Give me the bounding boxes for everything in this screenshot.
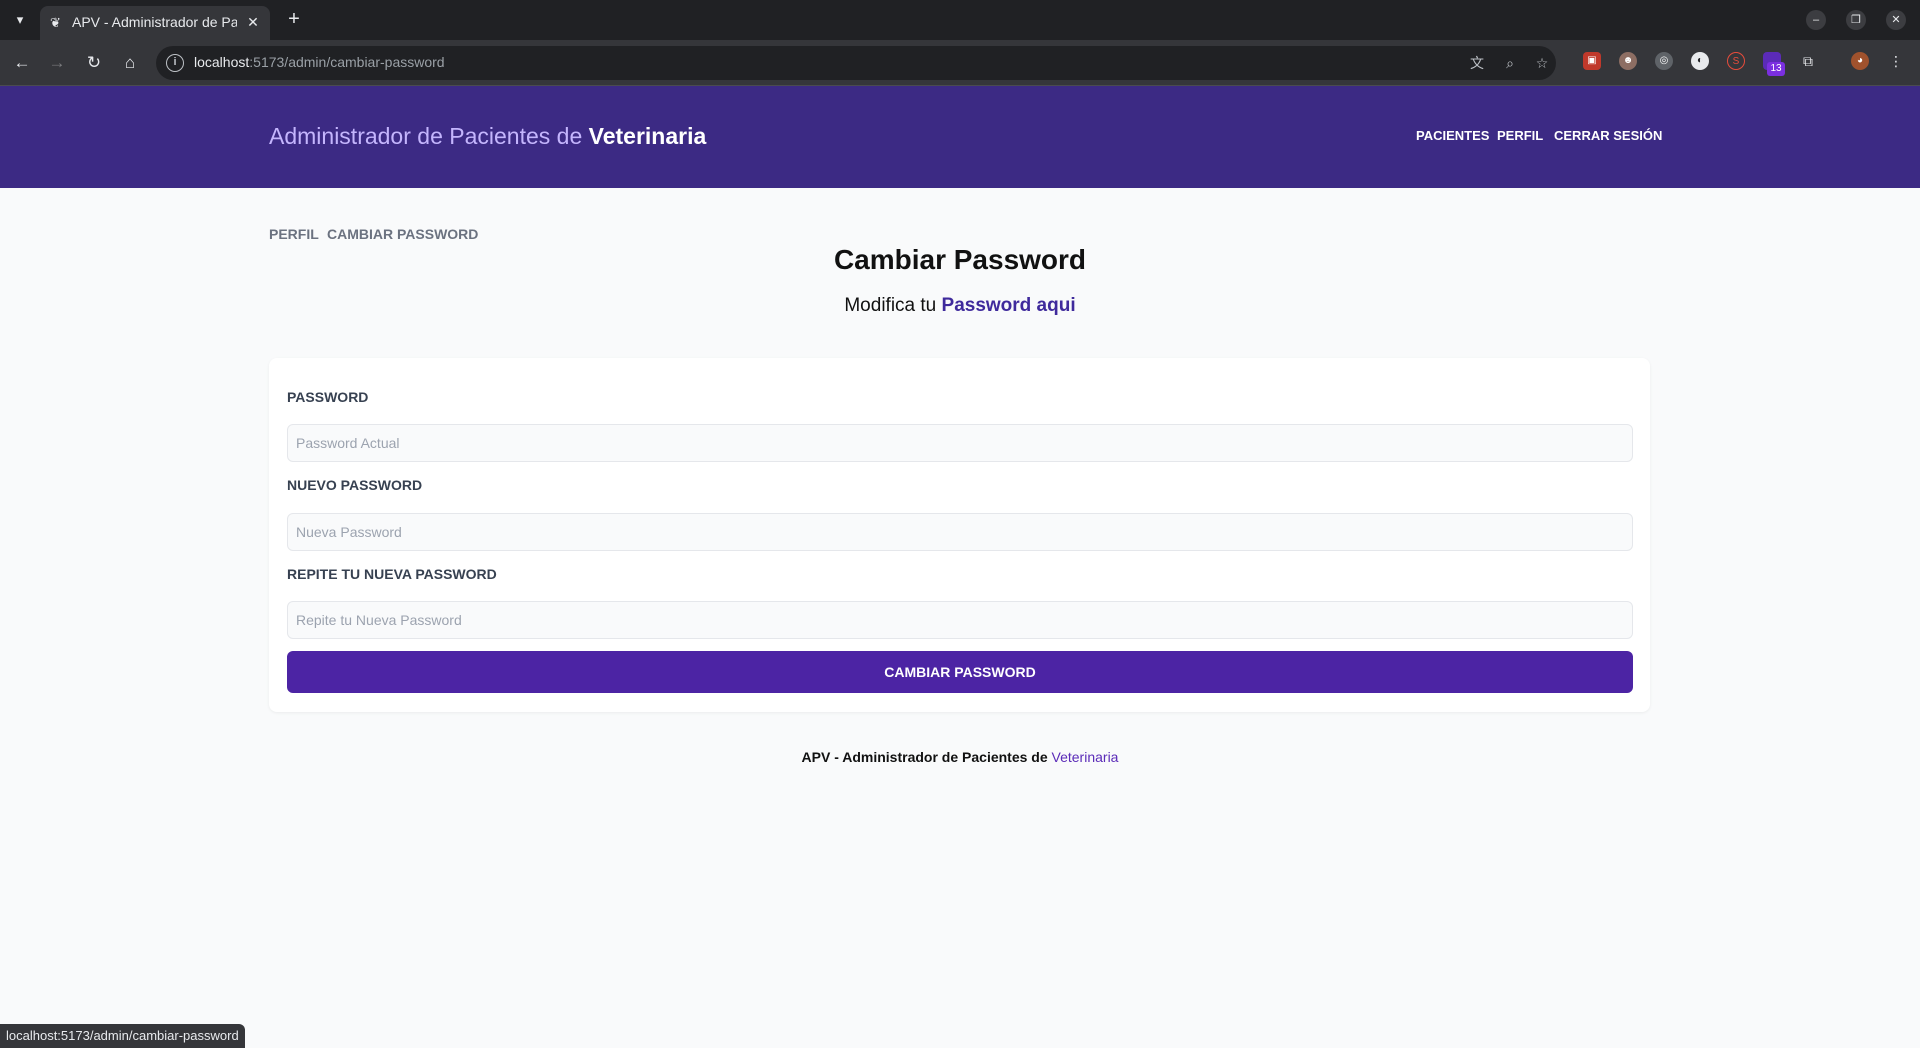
close-window-icon[interactable]: ✕ bbox=[1886, 10, 1906, 30]
tab-list-chevron-icon[interactable]: ▾ bbox=[8, 8, 32, 32]
repeat-password-input[interactable] bbox=[287, 601, 1633, 639]
extension-face-icon[interactable]: ☻ bbox=[1619, 52, 1637, 70]
nav-link-pacientes[interactable]: Pacientes bbox=[1416, 128, 1489, 143]
page-title: Cambiar Password bbox=[833, 244, 1087, 275]
subtitle-prefix: Modifica tu bbox=[844, 295, 937, 316]
browser-menu-kebab-icon[interactable]: ⋮ bbox=[1887, 52, 1905, 70]
app-header: Administrador de Pacientes de Veterinari… bbox=[0, 86, 1920, 188]
extension-red-icon[interactable]: ▣ bbox=[1583, 52, 1601, 70]
subtitle-highlight: Password aqui bbox=[941, 295, 1076, 316]
restore-window-icon[interactable]: ❐ bbox=[1846, 10, 1866, 30]
extensions-puzzle-icon[interactable]: ⧉ bbox=[1799, 52, 1817, 70]
address-url[interactable]: localhost:5173/admin/cambiar-password bbox=[194, 54, 445, 70]
brand-prefix: Administrador de Pacientes de bbox=[269, 123, 583, 149]
change-password-form: Password Nuevo Password Repite tu Nueva … bbox=[269, 358, 1650, 712]
zoom-icon[interactable]: ⌕ bbox=[1501, 54, 1519, 72]
page-subtitle: Modifica tu Password aqui bbox=[0, 295, 1920, 317]
extension-moon-icon[interactable]: ◐ bbox=[1691, 52, 1709, 70]
site-info-icon[interactable]: i bbox=[166, 54, 184, 72]
back-arrow-icon[interactable]: ← bbox=[10, 51, 34, 75]
browser-status-bar: localhost:5173/admin/cambiar-password bbox=[0, 1024, 245, 1048]
browser-tab[interactable]: ❦ APV - Administrador de Pacientes de Ve… bbox=[40, 6, 270, 40]
new-tab-plus-icon[interactable]: + bbox=[282, 8, 306, 32]
brand-bold: Veterinaria bbox=[588, 123, 707, 149]
url-path: :5173/admin/cambiar-password bbox=[249, 54, 445, 70]
current-password-label: Password bbox=[287, 389, 369, 405]
home-icon[interactable]: ⌂ bbox=[118, 51, 142, 75]
sidebar-link-cambiar-password[interactable]: Cambiar Password bbox=[327, 226, 478, 242]
nav-link-perfil[interactable]: Perfil bbox=[1497, 128, 1543, 143]
brand-title: Administrador de Pacientes de Veterinari… bbox=[269, 123, 706, 150]
footer-text: APV - Administrador de Pacientes de Vete… bbox=[0, 749, 1920, 765]
new-password-input[interactable] bbox=[287, 513, 1633, 551]
address-bar[interactable]: i localhost:5173/admin/cambiar-password … bbox=[156, 46, 1556, 80]
extension-s-icon[interactable]: S bbox=[1727, 52, 1745, 70]
repeat-password-label: Repite tu Nueva Password bbox=[287, 566, 497, 582]
sidebar-link-perfil[interactable]: Perfil bbox=[269, 226, 319, 242]
new-password-label: Nuevo Password bbox=[287, 477, 423, 493]
current-password-input[interactable] bbox=[287, 424, 1633, 462]
extension-target-icon[interactable]: ◎ bbox=[1655, 52, 1673, 70]
footer-highlight: Veterinaria bbox=[1051, 749, 1119, 765]
url-host: localhost bbox=[194, 54, 250, 70]
nav-link-cerrar-sesion[interactable]: Cerrar Sesión bbox=[1554, 128, 1662, 143]
change-password-button[interactable]: Cambiar Password bbox=[287, 651, 1633, 693]
forward-arrow-icon[interactable]: → bbox=[45, 51, 69, 75]
extension-badge: 13 bbox=[1767, 62, 1785, 76]
profile-avatar[interactable]: ◕ bbox=[1851, 52, 1869, 70]
footer-prefix: APV - Administrador de Pacientes de bbox=[801, 749, 1048, 765]
paw-favicon-icon: ❦ bbox=[50, 15, 61, 30]
minimize-window-icon[interactable]: – bbox=[1806, 10, 1826, 30]
translate-icon[interactable]: 文 bbox=[1468, 54, 1486, 72]
bookmark-star-icon[interactable]: ☆ bbox=[1533, 54, 1551, 72]
browser-tab-bar: ▾ ❦ APV - Administrador de Pacientes de … bbox=[0, 0, 1920, 40]
tab-close-icon[interactable]: ✕ bbox=[244, 13, 262, 31]
tab-title: APV - Administrador de Pacientes de Vete… bbox=[72, 14, 237, 30]
reload-icon[interactable]: ↻ bbox=[82, 51, 106, 75]
